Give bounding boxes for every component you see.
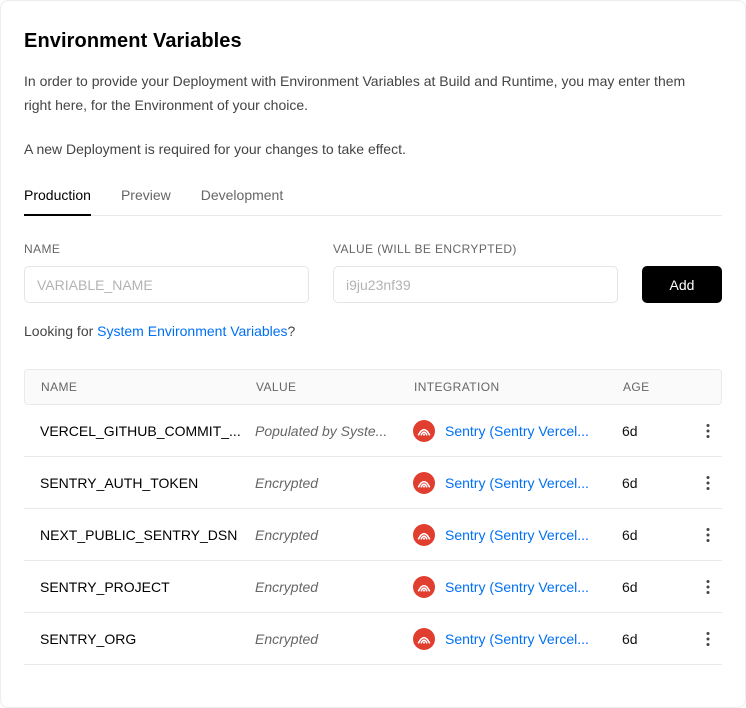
tab-development[interactable]: Development xyxy=(201,187,284,215)
table-header-row: NAMEVALUEINTEGRATIONAGE xyxy=(24,369,722,405)
env-var-name: SENTRY_PROJECT xyxy=(24,579,255,595)
column-header-integration: INTEGRATION xyxy=(414,380,623,394)
env-var-age: 6d xyxy=(622,527,696,543)
kebab-menu-button[interactable] xyxy=(696,627,720,651)
env-var-age: 6d xyxy=(622,475,696,491)
column-header-name: NAME xyxy=(25,380,256,394)
env-var-name: NEXT_PUBLIC_SENTRY_DSN xyxy=(24,527,255,543)
env-var-age: 6d xyxy=(622,579,696,595)
integration-link[interactable]: Sentry (Sentry Vercel... xyxy=(445,475,589,491)
sentry-icon xyxy=(413,472,435,494)
environment-variables-panel: Environment Variables In order to provid… xyxy=(0,0,746,708)
env-var-value: Encrypted xyxy=(255,527,413,543)
env-var-name: SENTRY_AUTH_TOKEN xyxy=(24,475,255,491)
env-var-integration: Sentry (Sentry Vercel... xyxy=(413,524,622,546)
add-button[interactable]: Add xyxy=(642,266,722,303)
env-var-age: 6d xyxy=(622,631,696,647)
add-variable-form: NAME VALUE (WILL BE ENCRYPTED) Add xyxy=(24,242,722,303)
table-row: VERCEL_GITHUB_COMMIT_... Populated by Sy… xyxy=(24,405,722,457)
system-env-variables-link[interactable]: System Environment Variables xyxy=(97,323,287,339)
env-var-value: Encrypted xyxy=(255,579,413,595)
integration-link[interactable]: Sentry (Sentry Vercel... xyxy=(445,423,589,439)
description-paragraph-2: A new Deployment is required for your ch… xyxy=(24,137,704,161)
kebab-menu-button[interactable] xyxy=(696,575,720,599)
kebab-menu-icon xyxy=(700,578,716,596)
system-env-hint: Looking for System Environment Variables… xyxy=(24,323,722,339)
table-body: VERCEL_GITHUB_COMMIT_... Populated by Sy… xyxy=(24,405,722,665)
env-var-integration: Sentry (Sentry Vercel... xyxy=(413,576,622,598)
env-var-value: Populated by Syste... xyxy=(255,423,413,439)
env-var-integration: Sentry (Sentry Vercel... xyxy=(413,628,622,650)
column-header-age: AGE xyxy=(623,380,697,394)
sentry-icon xyxy=(413,628,435,650)
integration-link[interactable]: Sentry (Sentry Vercel... xyxy=(445,579,589,595)
variable-value-input[interactable] xyxy=(333,266,618,303)
kebab-menu-icon xyxy=(700,630,716,648)
env-var-integration: Sentry (Sentry Vercel... xyxy=(413,472,622,494)
env-var-value: Encrypted xyxy=(255,631,413,647)
env-var-value: Encrypted xyxy=(255,475,413,491)
integration-link[interactable]: Sentry (Sentry Vercel... xyxy=(445,631,589,647)
env-var-integration: Sentry (Sentry Vercel... xyxy=(413,420,622,442)
env-var-name: SENTRY_ORG xyxy=(24,631,255,647)
sentry-icon xyxy=(413,576,435,598)
sentry-icon xyxy=(413,524,435,546)
name-field-label: NAME xyxy=(24,242,309,256)
kebab-menu-icon xyxy=(700,474,716,492)
tab-preview[interactable]: Preview xyxy=(121,187,171,215)
system-env-hint-prefix: Looking for xyxy=(24,323,97,339)
page-title: Environment Variables xyxy=(24,30,722,53)
sentry-icon xyxy=(413,420,435,442)
column-header-value: VALUE xyxy=(256,380,414,394)
environment-tabs: Production Preview Development xyxy=(24,187,722,216)
tab-production[interactable]: Production xyxy=(24,187,91,215)
table-row: SENTRY_AUTH_TOKEN Encrypted Sentry (Sent… xyxy=(24,457,722,509)
kebab-menu-button[interactable] xyxy=(696,471,720,495)
env-var-age: 6d xyxy=(622,423,696,439)
integration-link[interactable]: Sentry (Sentry Vercel... xyxy=(445,527,589,543)
kebab-menu-button[interactable] xyxy=(696,523,720,547)
description-paragraph-1: In order to provide your Deployment with… xyxy=(24,69,704,117)
system-env-hint-suffix: ? xyxy=(288,323,296,339)
kebab-menu-icon xyxy=(700,422,716,440)
variable-name-input[interactable] xyxy=(24,266,309,303)
env-var-name: VERCEL_GITHUB_COMMIT_... xyxy=(24,423,255,439)
value-field-label: VALUE (WILL BE ENCRYPTED) xyxy=(333,242,618,256)
table-row: NEXT_PUBLIC_SENTRY_DSN Encrypted Sentry … xyxy=(24,509,722,561)
table-row: SENTRY_ORG Encrypted Sentry (Sentry Verc… xyxy=(24,613,722,665)
table-row: SENTRY_PROJECT Encrypted Sentry (Sentry … xyxy=(24,561,722,613)
kebab-menu-button[interactable] xyxy=(696,419,720,443)
kebab-menu-icon xyxy=(700,526,716,544)
env-variables-table: NAMEVALUEINTEGRATIONAGE VERCEL_GITHUB_CO… xyxy=(24,369,722,665)
